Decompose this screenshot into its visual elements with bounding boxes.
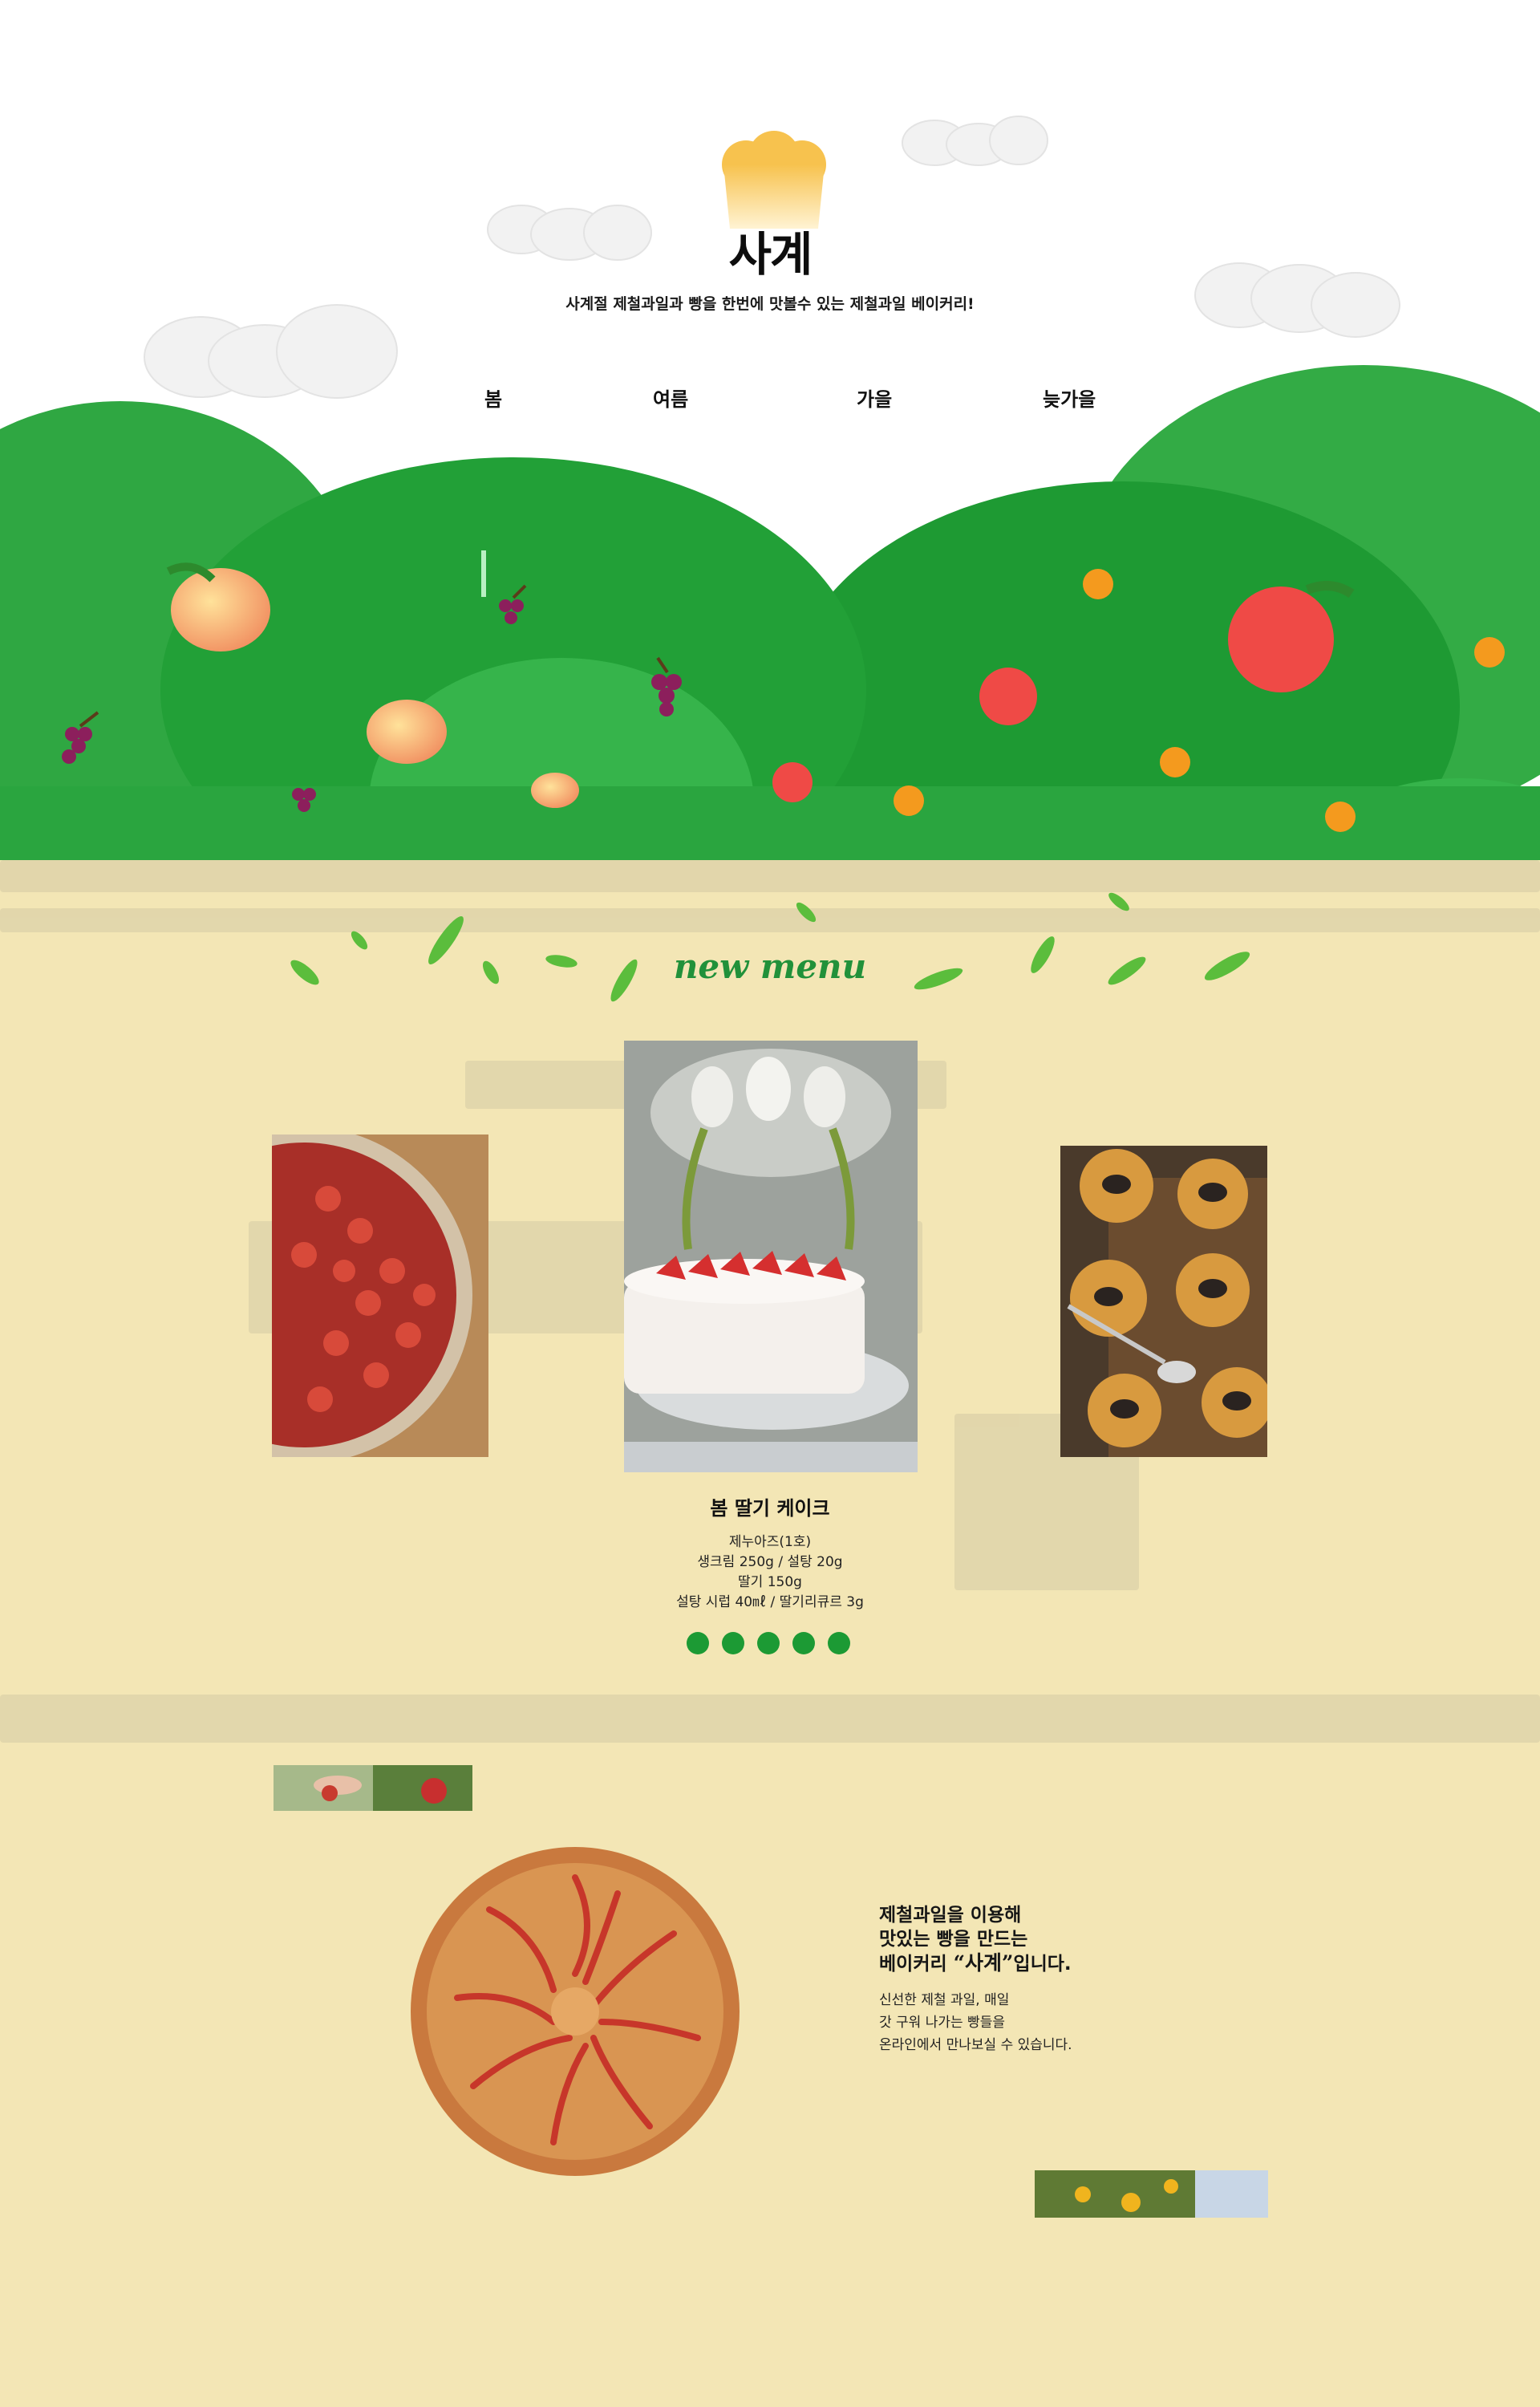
slider-dot-5[interactable]	[828, 1632, 850, 1654]
recipe-line: 제누아즈(1호)	[728, 1534, 812, 1550]
featured-menu-recipe: 제누아즈(1호) 생크림 250g / 설탕 20g 딸기 150g 설탕 시럽…	[610, 1532, 930, 1613]
leaf-icon	[351, 931, 368, 950]
citrus-tree-photo	[1035, 2170, 1268, 2218]
apple-icon	[772, 762, 813, 802]
recipe-line: 설탕 시럽 40㎖ / 딸기리큐르 3g	[676, 1594, 864, 1610]
cloud-icon	[902, 116, 1048, 166]
leaf-icon	[290, 960, 319, 985]
about-desc-line: 온라인에서 만나보실 수 있습니다.	[879, 2037, 1072, 2053]
slider-dot-1[interactable]	[687, 1632, 709, 1654]
apple-icon	[979, 668, 1037, 725]
season-nav: 봄 여름 가을 늦가을	[0, 384, 1540, 416]
about-title-suffix: 입니다.	[1013, 1954, 1072, 1975]
tagline: 사계절 제철과일과 빵을 한번에 맛볼수 있는 제철과일 베이커리!	[565, 295, 975, 313]
leaf-icon	[1108, 956, 1146, 985]
featured-menu-name: 봄 딸기 케이크	[710, 1497, 830, 1520]
nav-item-autumn[interactable]: 가을	[857, 384, 892, 412]
leaf-icon	[1108, 892, 1129, 911]
about-title-line: 맛있는 빵을 만드는	[879, 1929, 1028, 1950]
cloud-icon	[1194, 262, 1400, 338]
menu-image-muffins[interactable]	[1060, 1146, 1267, 1457]
slider-dot-3[interactable]	[757, 1632, 780, 1654]
about-desc-line: 신선한 제철 과일, 매일	[879, 1992, 1010, 2008]
new-menu-title: new menu	[673, 947, 867, 986]
slider-pagination	[687, 1632, 879, 1656]
leaves-decoration	[290, 892, 1250, 1002]
slider-dot-2[interactable]	[722, 1632, 744, 1654]
hero-section: 사계 사계절 제철과일과 빵을 한번에 맛볼수 있는 제철과일 베이커리! 봄 …	[0, 0, 1540, 860]
about-title: 제철과일을 이용해 맛있는 빵을 만드는 베이커리 “사계”입니다.	[879, 1903, 1200, 1976]
menu-image-strawberry-cake[interactable]	[624, 1041, 918, 1472]
cloud-icon	[487, 205, 652, 261]
leaf-icon	[482, 960, 500, 984]
decor-bar	[481, 550, 486, 597]
about-description: 신선한 제철 과일, 매일 갓 구워 나가는 빵들을 온라인에서 만나보실 수 …	[879, 1989, 1200, 2056]
peach-icon	[531, 773, 579, 808]
about-title-prefix: 베이커리	[879, 1954, 954, 1975]
leaf-icon	[545, 955, 578, 968]
about-desc-line: 갓 구워 나가는 빵들을	[879, 2015, 1005, 2031]
menu-image-strawberry-tart[interactable]	[272, 1134, 488, 1457]
nav-item-spring[interactable]: 봄	[484, 384, 502, 412]
recipe-line: 딸기 150g	[738, 1574, 802, 1590]
menu-section: new menu 봄 딸기 케이크 제누아즈(1호) 생크림 250g / 설탕…	[0, 860, 1540, 2407]
leaf-icon	[1204, 952, 1250, 980]
leaf-icon	[1031, 936, 1055, 973]
fruit-picking-photo	[274, 1765, 472, 1811]
nav-item-late-autumn[interactable]: 늦가을	[1043, 384, 1096, 412]
slider-dot-4[interactable]	[792, 1632, 815, 1654]
apple-pie-image	[409, 1845, 742, 2178]
leaf-icon	[796, 902, 817, 923]
chef-hat-icon	[722, 131, 826, 229]
recipe-line: 생크림 250g / 설탕 20g	[697, 1554, 843, 1570]
about-brand-name: “사계”	[953, 1951, 1014, 1975]
nav-item-summer[interactable]: 여름	[653, 384, 688, 412]
peach-icon	[367, 700, 447, 764]
about-title-line: 제철과일을 이용해	[879, 1905, 1022, 1926]
logo-text[interactable]: 사계	[706, 217, 834, 284]
hero-illustration	[0, 116, 1540, 860]
leaf-icon	[428, 916, 464, 964]
about-title-line: 베이커리 “사계”입니다.	[879, 1951, 1200, 1976]
